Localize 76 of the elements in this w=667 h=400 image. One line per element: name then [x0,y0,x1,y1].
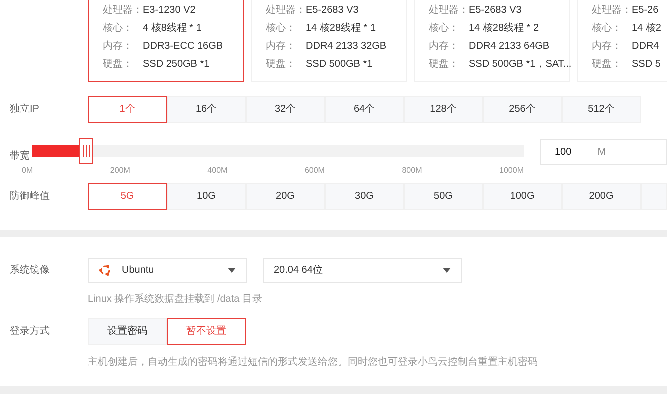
caret-icon [443,268,451,273]
version-select[interactable]: 20.04 64位 [263,258,462,283]
field-label: 防御峰值 [10,190,51,204]
option-button[interactable]: 512个 [562,96,641,123]
option-button[interactable]: 暂不设置 [167,318,246,345]
tick-label: 400M [208,165,228,177]
option-button[interactable]: 200G [562,183,641,210]
unit-label: M [598,146,606,160]
spec-value: DDR4 2133 32GB [306,40,387,54]
os-select[interactable]: Ubuntu [88,258,247,283]
field-label: 带宽 [10,151,30,162]
slider-handle[interactable] [79,138,94,164]
tick-label: 0M [22,165,34,177]
input-value: 100 [555,146,572,160]
hint-text: 主机创建后，自动生成的密码将通过短信的形式发送给您。同时您也可登录小鸟云控制台重置主机密码 [88,357,538,368]
server-card[interactable]: 处理器：E3-1230 V2 核心： 4 核8线程 * 1 内存： DDR3-ECC 16GB 硬盘： SSD 250GB *1 [88,0,244,82]
tick-label: 800M [402,165,422,177]
bandwidth-input[interactable]: 100 M [540,139,667,165]
spec-label: 内存： [103,40,134,54]
spec-label: 硬盘： [592,58,623,72]
option-button[interactable]: 5G [88,183,167,210]
spec-label: 处理器： [429,4,469,18]
option-button[interactable]: 16个 [167,96,246,123]
option-button[interactable]: 100G [483,183,562,210]
spec-label: 处理器： [592,4,632,18]
spec-label: 核心： [103,22,134,36]
spec-label: 核心： [266,22,297,36]
spec-value: SSD 5 [632,58,661,72]
tick-label: 200M [110,165,130,177]
option-button[interactable]: 10G [167,183,246,210]
spec-label: 内存： [266,40,297,54]
server-card[interactable]: 处理器：E5-2683 V3 核心： 14 核28线程 * 2 内存： DDR4 2133 64GB 硬盘： SSD 500GB *1，SAT... [414,0,570,82]
server-card[interactable]: 处理器：E5-26 核心： 14 核2 内存： DDR4 硬盘： SSD 5 [577,0,667,82]
field-label: 登录方式 [10,324,51,339]
spec-value: 14 核2 [632,22,662,36]
field-label: 独立IP [10,102,40,117]
spec-value: 4 核8线程 * 1 [143,22,202,36]
ubuntu-logo-icon [99,264,112,277]
option-button[interactable]: 50G [404,183,483,210]
option-button[interactable]: 20G [246,183,325,210]
spec-value: E5-2683 V3 [306,4,359,18]
spec-label: 内存： [429,40,460,54]
spec-value: SSD 500GB *1 [306,58,373,72]
spec-label: 处理器： [266,4,306,18]
tick-label: 600M [304,165,325,177]
caret-icon [228,268,236,273]
spec-value: 14 核28线程 * 2 [469,22,540,36]
spec-label: 内存： [592,40,623,54]
spec-label: 处理器： [103,4,143,18]
option-button[interactable]: 128个 [404,96,483,123]
option-button[interactable]: 30G [325,183,404,210]
spec-value: E3-1230 V2 [143,4,196,18]
spec-label: 硬盘： [103,58,134,72]
spec-label: 硬盘： [266,58,297,72]
spec-label: 核心： [429,22,460,36]
spec-value: DDR3-ECC 16GB [143,40,224,54]
spec-label: 硬盘： [429,58,460,72]
spec-value: E5-26 [632,4,659,18]
spec-value: SSD 250GB *1 [143,58,210,72]
option-button[interactable]: 1个 [88,96,167,123]
option-button[interactable]: 32个 [246,96,325,123]
spec-value: DDR4 [632,40,660,54]
field-label: 系统镜像 [10,264,51,278]
select-value: Ubuntu [122,264,156,278]
spec-value: SSD 500GB *1，SAT... [469,58,572,72]
select-value: 20.04 64位 [274,264,324,278]
hint-text: Linux 操作系统数据盘挂载到 /data 目录 [88,294,262,305]
tick-label: 1000M [500,165,524,177]
option-button[interactable]: 64个 [325,96,404,123]
spec-value: DDR4 2133 64GB [469,40,550,54]
option-button[interactable]: 设置密码 [88,318,167,345]
spec-label: 核心： [592,22,623,36]
spec-value: 14 核28线程 * 1 [306,22,376,36]
option-button[interactable]: 256个 [483,96,562,123]
spec-value: E5-2683 V3 [469,4,522,18]
server-card[interactable]: 处理器：E5-2683 V3 核心： 14 核28线程 * 1 内存： DDR4 2133 32GB 硬盘： SSD 500GB *1 [251,0,407,82]
